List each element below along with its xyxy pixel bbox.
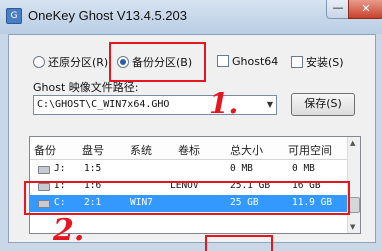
save-button[interactable]: 保存(S) [291, 93, 355, 116]
cell-free: 0 MB [292, 163, 315, 174]
ghost64-checkbox[interactable] [217, 55, 229, 67]
chevron-down-icon[interactable]: ▼ [267, 100, 273, 109]
header-total: 总大小 [230, 144, 263, 157]
table-header: 备份 盘号 系统 卷标 总大小 可用空间 [30, 137, 348, 160]
cell-drive: J: [54, 163, 66, 174]
minimize-button[interactable]: — [326, 0, 350, 19]
install-label: 安装(S) [306, 56, 344, 69]
restore-label: 还原分区(R) [48, 56, 109, 69]
ghost64-label: Ghost64 [232, 54, 279, 68]
drive-icon [38, 166, 50, 174]
window-title: OneKey Ghost V13.4.5.203 [28, 8, 187, 23]
image-path-dropdown[interactable]: C:\GHOST\C_WIN7x64.GHO ▼ [33, 95, 277, 115]
main-panel: 还原分区(R) 备份分区(B) Ghost64 安装(S) Ghost 映像文件… [8, 34, 376, 251]
header-disk: 盘号 [82, 144, 104, 157]
header-free: 可用空间 [288, 144, 332, 157]
install-option[interactable]: 安装(S) [291, 54, 344, 70]
annotation-mark-1: 1. [209, 87, 239, 120]
annotation-box-partial [205, 235, 273, 251]
cell-disk: 1:5 [84, 163, 102, 174]
scroll-down-icon[interactable]: ▼ [350, 223, 355, 231]
close-button[interactable]: ✕ [348, 0, 382, 19]
annotation-box-backup [109, 42, 206, 82]
title-bar: G OneKey Ghost V13.4.5.203 — ✕ [0, 0, 382, 34]
header-backup: 备份 [34, 144, 56, 157]
install-checkbox[interactable] [291, 56, 303, 68]
path-label: Ghost 映像文件路径: [33, 81, 139, 94]
annotation-box-row [24, 181, 350, 215]
ghost64-option[interactable]: Ghost64 [217, 54, 278, 70]
app-icon: G [6, 8, 22, 24]
annotation-mark-2: 2. [53, 213, 85, 248]
scroll-up-icon[interactable]: ▲ [350, 139, 355, 147]
scroll-thumb[interactable] [349, 197, 360, 213]
header-volume: 卷标 [178, 144, 200, 157]
image-path-value: C:\GHOST\C_WIN7x64.GHO [37, 99, 170, 110]
restore-radio[interactable] [33, 56, 45, 68]
cell-total: 0 MB [230, 163, 253, 174]
table-row[interactable]: J: 1:5 0 MB 0 MB [30, 161, 348, 178]
restore-option[interactable]: 还原分区(R) [33, 54, 108, 70]
header-system: 系统 [130, 144, 152, 157]
